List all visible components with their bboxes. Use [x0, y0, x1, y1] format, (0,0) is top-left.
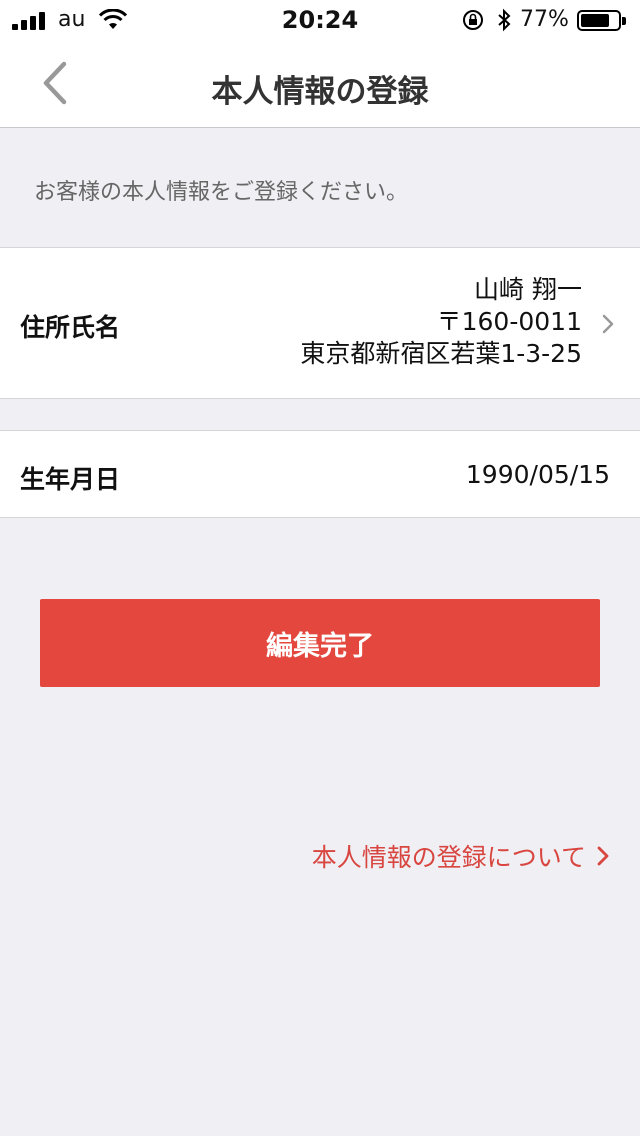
chevron-right-icon [597, 846, 609, 866]
birthdate-label: 生年月日 [20, 465, 121, 494]
page-title: 本人情報の登録 [211, 74, 429, 110]
intro-text: お客様の本人情報をご登録ください。 [34, 180, 409, 205]
chevron-right-icon [602, 314, 614, 334]
rotation-lock-icon [463, 10, 483, 30]
birthdate-value: 1990/05/15 [465, 460, 610, 489]
edit-complete-button[interactable]: 編集完了 [40, 599, 600, 687]
birthdate-cell: 生年月日 1990/05/15 [0, 430, 640, 518]
battery-percent: 77% [520, 7, 569, 32]
address-name-cell[interactable]: 住所氏名 山崎 翔一 〒160-0011 東京都新宿区若葉1-3-25 [0, 247, 640, 399]
address-value: 山崎 翔一 〒160-0011 東京都新宿区若葉1-3-25 [300, 274, 582, 370]
battery-icon [577, 10, 626, 31]
about-registration-link-label: 本人情報の登録について [311, 843, 586, 872]
status-bar: au 20:24 77% [0, 0, 640, 40]
address-name-label: 住所氏名 [20, 313, 121, 342]
postal-code: 〒160-0011 [436, 307, 582, 336]
bluetooth-icon [498, 8, 511, 32]
street-address: 東京都新宿区若葉1-3-25 [300, 339, 582, 368]
about-registration-link[interactable]: 本人情報の登録について [312, 838, 610, 874]
full-name: 山崎 翔一 [474, 275, 582, 304]
navigation-bar: 本人情報の登録 [0, 40, 640, 128]
